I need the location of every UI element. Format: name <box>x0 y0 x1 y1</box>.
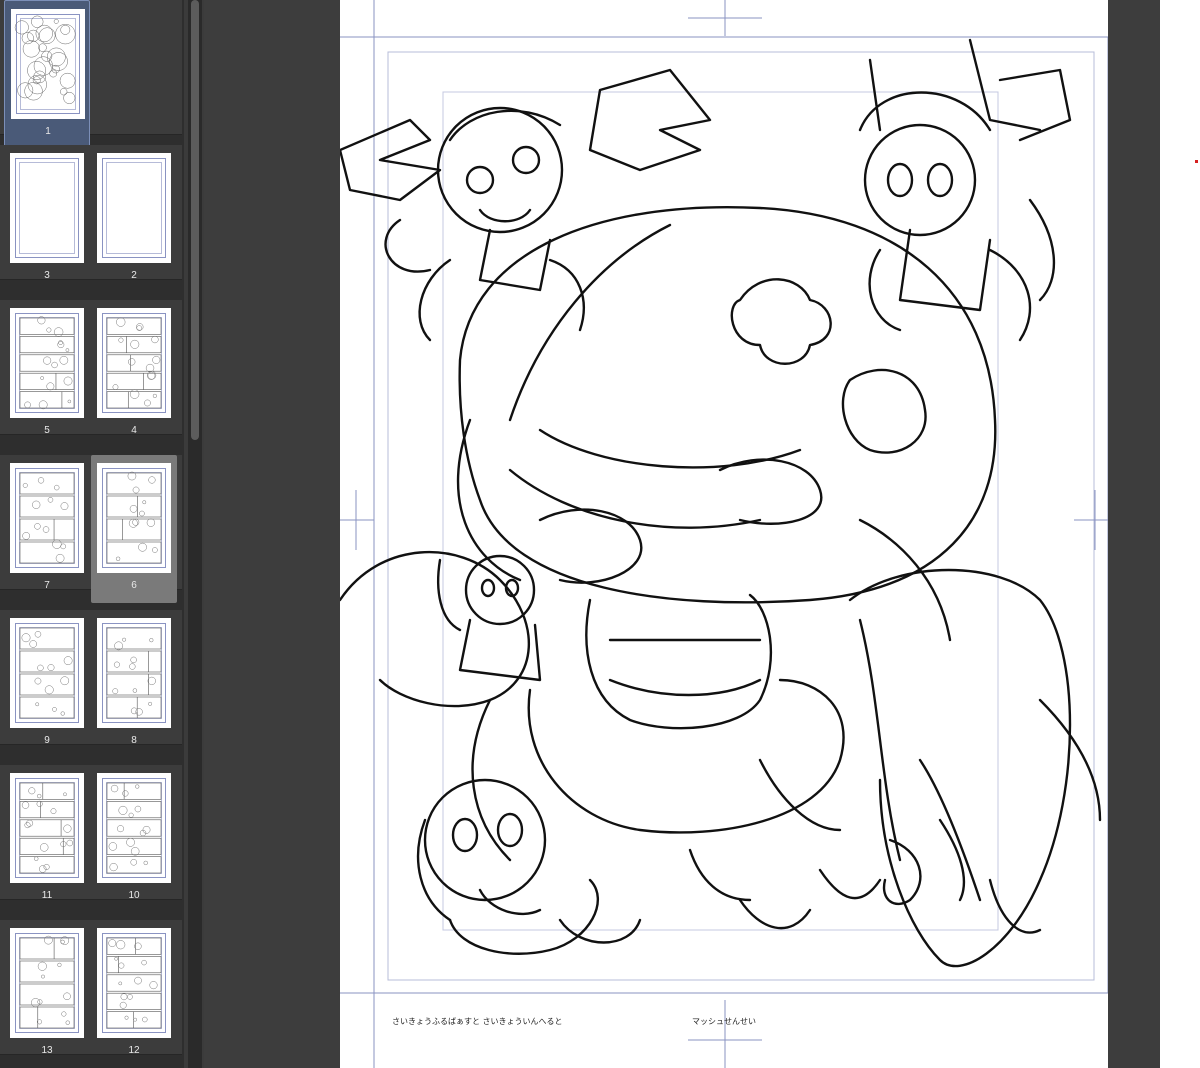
red-marker <box>1195 160 1198 163</box>
page-thumbnail[interactable]: 8 <box>91 610 177 758</box>
page-thumbnail[interactable]: 6 <box>91 455 177 603</box>
page-thumbnail-image <box>10 153 84 263</box>
page-thumbnail[interactable]: 3 <box>4 145 90 293</box>
page-spread: 54 <box>0 300 182 436</box>
page-number: 2 <box>131 270 137 281</box>
page-thumbnail-image <box>10 308 84 418</box>
canvas-page[interactable]: さいきょうふるばぁすと さいきょういんへると マッシュせんせい <box>340 0 1108 1068</box>
page-spread: 98 <box>0 610 182 746</box>
page-thumbnail[interactable]: 9 <box>4 610 90 758</box>
page-thumbnail[interactable]: 13 <box>4 920 90 1068</box>
page-thumbnail[interactable]: 11 <box>4 765 90 913</box>
page-spread: 76 <box>0 455 182 603</box>
page-number: 13 <box>41 1045 53 1056</box>
page-thumbnail-image <box>97 618 171 728</box>
right-panel-edge <box>1160 0 1200 1068</box>
page-thumbnail-image <box>10 618 84 728</box>
page-thumbnail-image <box>10 773 84 883</box>
caption-author: マッシュせんせい <box>692 1017 756 1026</box>
page-number: 5 <box>44 425 50 436</box>
page-thumbnail[interactable]: 1 <box>4 0 90 148</box>
page-number: 4 <box>131 425 137 436</box>
page-number: 1 <box>45 126 51 137</box>
page-thumbnail[interactable]: 7 <box>4 455 90 603</box>
page-thumbnail-image <box>97 153 171 263</box>
page-number: 10 <box>128 890 140 901</box>
page-thumbnail-image <box>97 773 171 883</box>
page-number: 3 <box>44 270 50 281</box>
navigator-scroll-thumb[interactable] <box>191 0 199 440</box>
caption-title: さいきょうふるばぁすと さいきょういんへると <box>392 1017 563 1026</box>
page-thumbnail[interactable]: 4 <box>91 300 177 448</box>
page-thumbnail-image <box>97 308 171 418</box>
page-number: 8 <box>131 735 137 746</box>
page-thumbnail-image <box>97 463 171 573</box>
page-thumbnail-image <box>97 928 171 1038</box>
page-number: 12 <box>128 1045 140 1056</box>
page-thumbnail[interactable]: 12 <box>91 920 177 1068</box>
page-thumbnail-image <box>10 928 84 1038</box>
page-thumbnail-image <box>10 463 84 573</box>
page-spread: 13 12 <box>0 920 182 1056</box>
page-thumbnail[interactable]: 5 <box>4 300 90 448</box>
page-navigator-panel: 1 3 2 5 4 7 6 9 8 11 10 13 12 <box>0 0 184 1068</box>
page-thumbnail-image <box>11 9 85 119</box>
page-number: 6 <box>131 580 137 591</box>
page-number: 11 <box>41 890 53 901</box>
page-thumbnail[interactable]: 10 <box>91 765 177 913</box>
page-thumbnail[interactable]: 2 <box>91 145 177 293</box>
page-spread: 32 <box>0 145 182 281</box>
page-number: 7 <box>44 580 50 591</box>
page-spread: 1 <box>0 0 182 148</box>
canvas-drawing[interactable] <box>340 0 1108 1068</box>
page-spread: 11 10 <box>0 765 182 901</box>
navigator-scrollbar[interactable] <box>188 0 202 1068</box>
page-number: 9 <box>44 735 50 746</box>
